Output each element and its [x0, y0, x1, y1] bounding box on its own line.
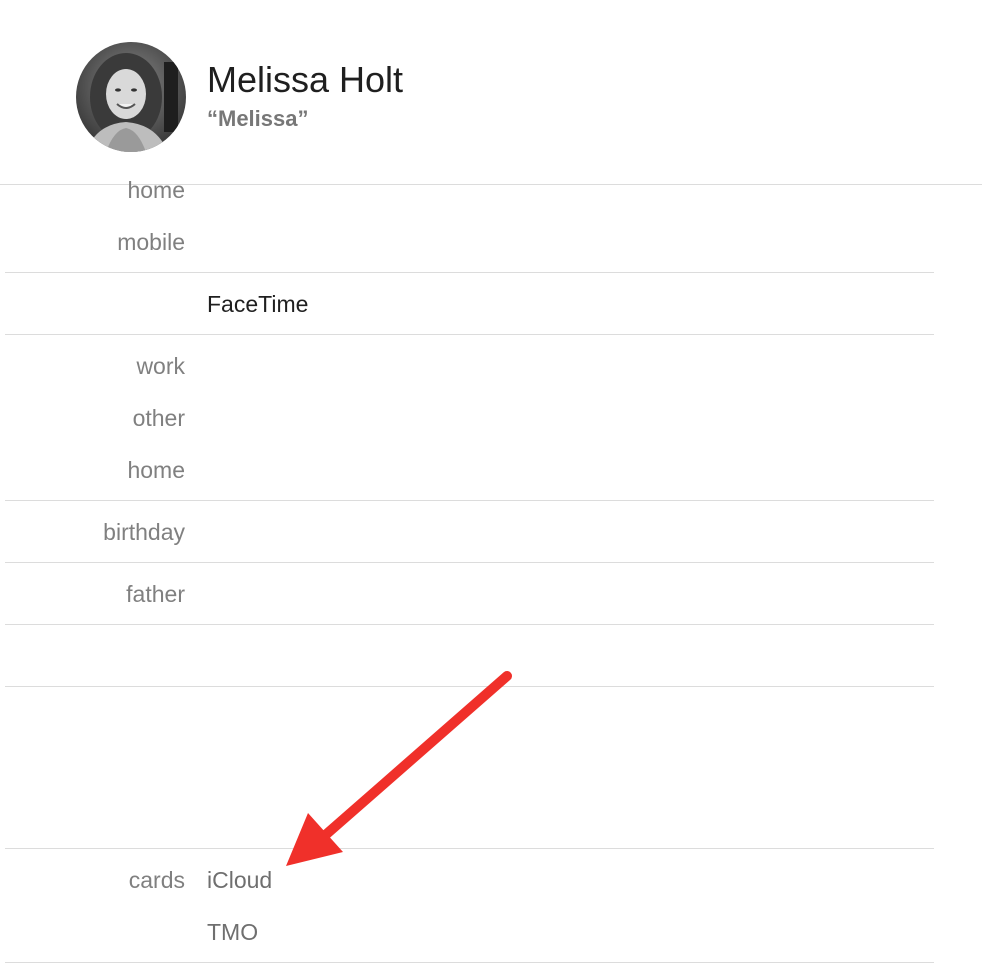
- phone-label-home[interactable]: home: [5, 176, 185, 204]
- card-tmo[interactable]: TMO: [207, 918, 258, 946]
- related-name-label[interactable]: father: [5, 580, 185, 608]
- email-label-other[interactable]: other: [5, 404, 185, 432]
- cards-label: cards: [128, 867, 185, 893]
- portrait-photo-icon: [76, 42, 186, 152]
- email-label-home[interactable]: home: [5, 456, 185, 484]
- divider: [5, 686, 934, 687]
- divider: [5, 624, 934, 625]
- divider: [5, 272, 934, 273]
- contact-name: Melissa Holt: [207, 59, 404, 100]
- contact-nickname: “Melissa”: [207, 106, 309, 131]
- divider: [5, 562, 934, 563]
- card-icloud[interactable]: iCloud: [207, 866, 272, 894]
- facetime-link[interactable]: FaceTime: [207, 290, 308, 318]
- email-label-work[interactable]: work: [5, 352, 185, 380]
- divider: [5, 334, 934, 335]
- divider: [5, 962, 934, 963]
- divider: [5, 848, 934, 849]
- birthday-label[interactable]: birthday: [5, 518, 185, 546]
- divider: [5, 500, 934, 501]
- phone-label-mobile[interactable]: mobile: [5, 228, 185, 256]
- avatar[interactable]: [76, 42, 186, 152]
